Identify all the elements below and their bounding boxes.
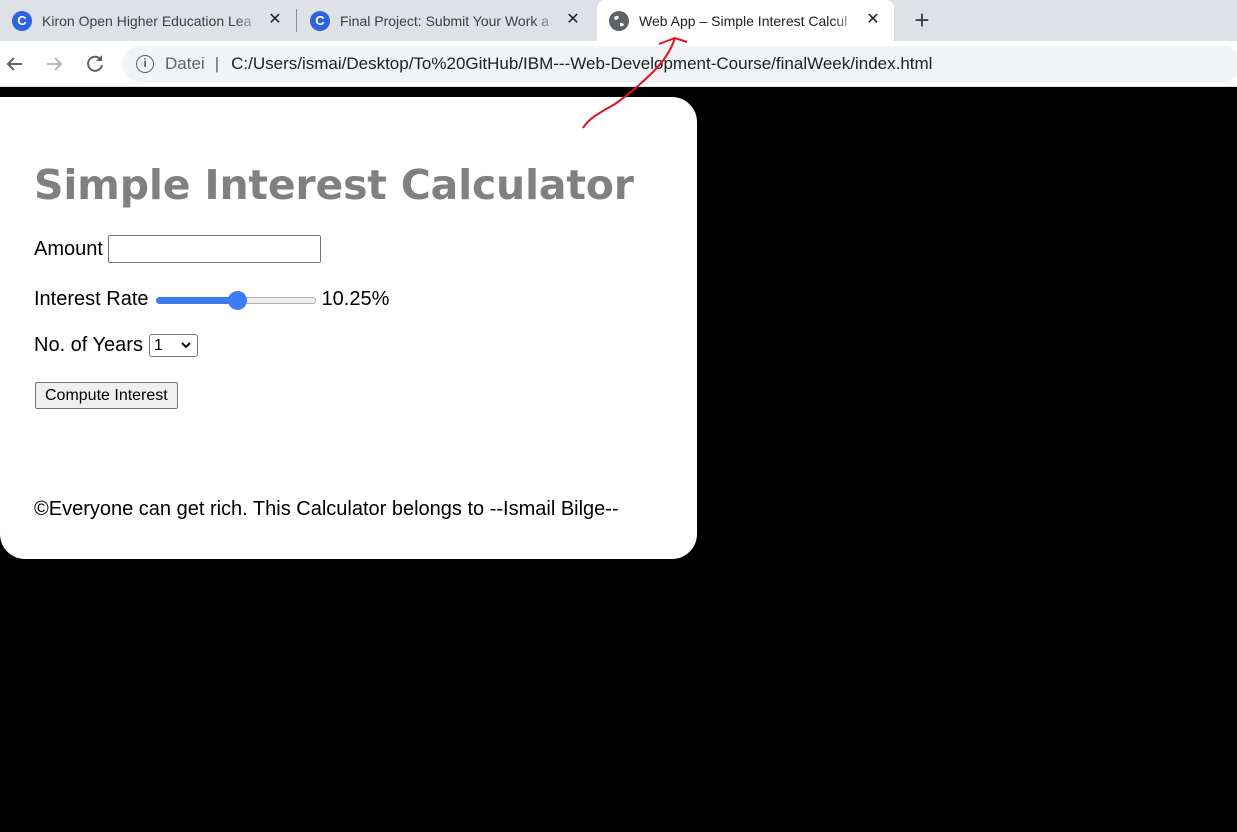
close-icon[interactable]: ✕: [266, 11, 284, 29]
tab-final-project[interactable]: C Final Project: Submit Your Work a ✕: [298, 0, 594, 41]
tab-divider: [296, 9, 297, 32]
page-title: Simple Interest Calculator: [34, 161, 634, 209]
amount-label: Amount: [34, 237, 103, 260]
slider-thumb[interactable]: [228, 290, 248, 310]
reload-icon[interactable]: [81, 50, 109, 78]
tab-kiron[interactable]: C Kiron Open Higher Education Lea ✕: [0, 0, 296, 41]
footer-text: ©Everyone can get rich. This Calculator …: [34, 498, 619, 520]
scheme-label: Datei: [165, 54, 205, 73]
years-selected-value: 1: [153, 336, 163, 354]
rate-slider[interactable]: [155, 290, 316, 310]
rate-label: Interest Rate: [34, 288, 149, 310]
back-arrow-icon[interactable]: [1, 50, 29, 78]
rate-row: Interest Rate 10.25%: [34, 288, 389, 311]
chevron-down-icon: [180, 337, 192, 356]
compute-interest-button[interactable]: Compute Interest: [35, 382, 178, 409]
kiron-c-icon: C: [310, 10, 330, 31]
annotation-arrow: [582, 36, 688, 129]
tab-title: Final Project: Submit Your Work a: [340, 12, 550, 29]
address-divider: |: [214, 54, 220, 73]
tab-title: Kiron Open Higher Education Lea: [42, 12, 252, 29]
years-select[interactable]: 1: [148, 334, 198, 357]
tab-title: Web App – Simple Interest Calcul: [639, 12, 848, 29]
years-label: No. of Years: [34, 334, 143, 356]
forward-arrow-icon[interactable]: [40, 50, 68, 78]
new-tab-button[interactable]: +: [910, 6, 934, 34]
years-row: No. of Years 1: [34, 334, 198, 357]
info-icon[interactable]: i: [136, 55, 154, 73]
amount-row: Amount: [34, 235, 321, 263]
kiron-c-icon: C: [12, 10, 32, 31]
globe-icon: [609, 10, 629, 31]
rate-value: 10.25%: [321, 288, 390, 310]
slider-fill: [155, 296, 238, 304]
close-icon[interactable]: ✕: [864, 11, 882, 29]
amount-input[interactable]: [107, 235, 321, 263]
close-icon[interactable]: ✕: [564, 11, 582, 29]
